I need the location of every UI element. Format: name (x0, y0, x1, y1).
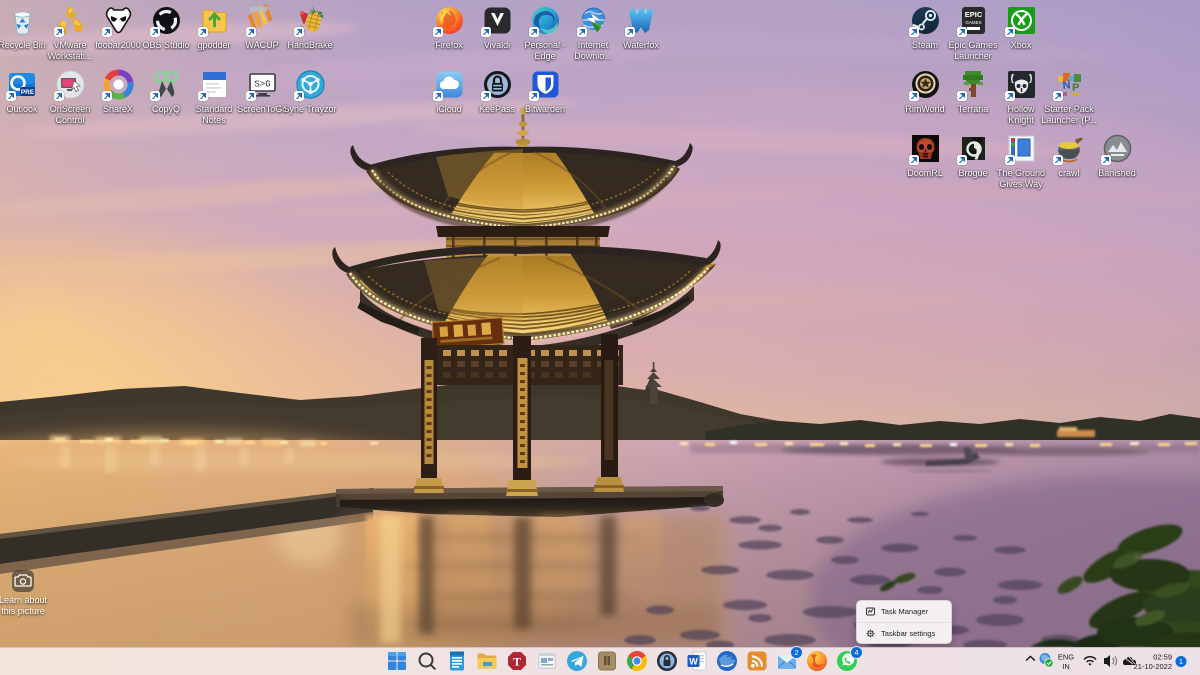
svg-text:T: T (513, 655, 521, 669)
svg-text:IN: IN (1062, 662, 1070, 671)
svg-text:ENG: ENG (1058, 653, 1074, 662)
svg-text:S>G: S>G (254, 80, 270, 90)
svg-text:P: P (1072, 82, 1079, 94)
svg-text:W: W (689, 657, 698, 667)
svg-text:1: 1 (1179, 657, 1183, 666)
svg-text:EPIC: EPIC (964, 10, 982, 19)
svg-text:N: N (1062, 79, 1071, 92)
svg-text:GAMES: GAMES (965, 20, 981, 25)
svg-text:21-10-2022: 21-10-2022 (1134, 662, 1172, 671)
svg-text:02:59: 02:59 (1153, 653, 1172, 662)
